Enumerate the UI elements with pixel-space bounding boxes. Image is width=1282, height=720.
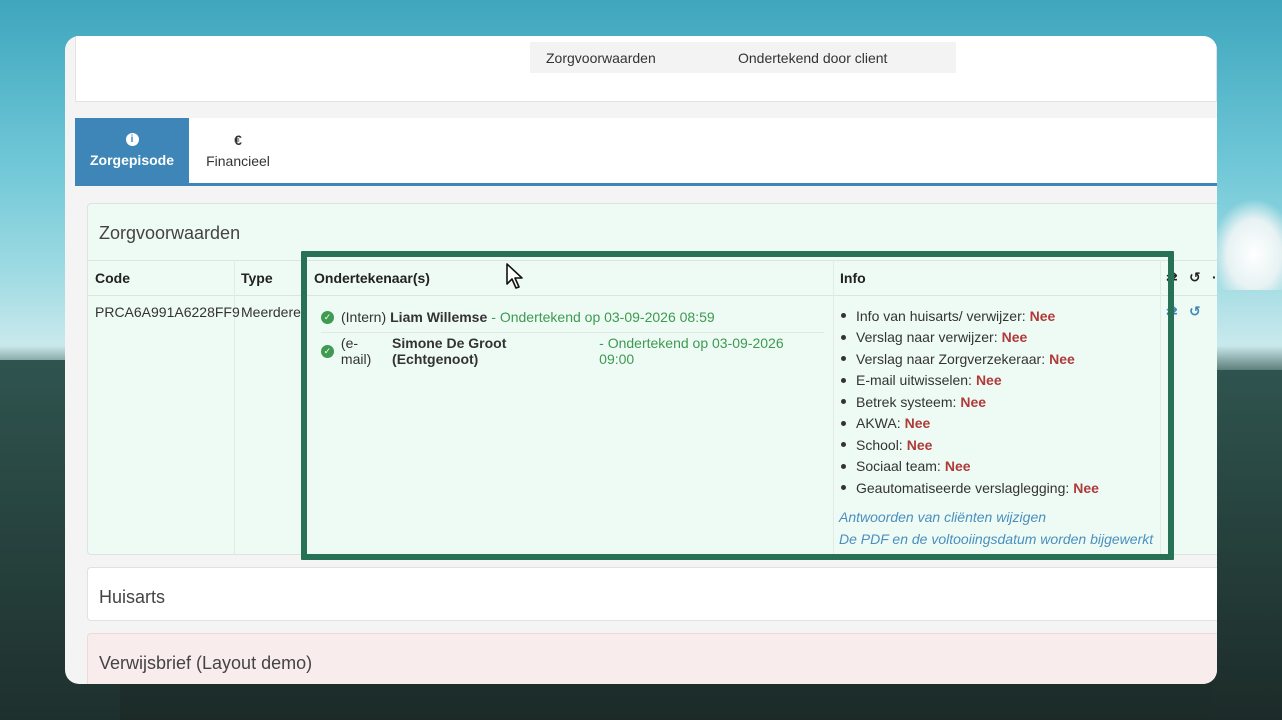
tab-label: Financieel (206, 152, 270, 169)
check-icon: ✓ (321, 310, 334, 324)
info-value: Nee (944, 458, 971, 475)
info-label: Betrek systeem: (856, 393, 957, 410)
info-label: Verslag naar verwijzer: (856, 329, 998, 346)
huisarts-card[interactable]: Huisarts (87, 567, 1217, 621)
signer-name: Simone De Groot (Echtgenoot) (392, 335, 507, 367)
info-icon: i (125, 133, 139, 146)
info-item: Betrek systeem: Nee (837, 391, 1099, 413)
column-header-info: Info (840, 270, 866, 286)
signer-row: ✓ (e-mail) Simone De Groot (Echtgenoot) … (321, 335, 821, 367)
info-label: Verslag naar Zorgverzekeraar: (856, 350, 1046, 367)
tab-label: Zorgepisode (89, 152, 174, 168)
info-item: School: Nee (837, 434, 1099, 456)
signer-divider (321, 332, 824, 333)
info-label: Geautomatiseerde verslaglegging: (856, 479, 1070, 496)
column-divider (833, 260, 834, 554)
table-header: Code Type Ondertekenaar(s) Info ⇄ ↺ · (88, 260, 1217, 296)
row-code: PRCA6A991A6228FF9 (95, 304, 240, 320)
more-icon[interactable]: · (1212, 269, 1217, 285)
pdf-update-link[interactable]: De PDF en de voltooiingsdatum worden bij… (839, 531, 1153, 547)
info-value: Nee (904, 415, 931, 432)
info-value: Nee (1073, 479, 1099, 496)
column-divider (1160, 260, 1161, 554)
edit-answers-link[interactable]: Antwoorden van cliënten wijzigen (839, 509, 1046, 525)
check-icon: ✓ (321, 344, 334, 358)
summary-row: Zorgvoorwaarden Ondertekend door client (530, 42, 956, 73)
app-window: Zorgvoorwaarden Ondertekend door client … (65, 36, 1217, 684)
info-label: E-mail uitwisselen: (856, 372, 972, 389)
column-divider (306, 260, 307, 554)
info-item: Info van huisarts/ verwijzer: Nee (837, 305, 1099, 327)
signer-channel: (e-mail) (340, 335, 372, 367)
signer-channel: (Intern) (341, 309, 387, 325)
card-title: Huisarts (99, 587, 166, 607)
card-title: Verwijsbrief (Layout demo) (99, 653, 313, 673)
sync-icon[interactable]: ⇄ (1166, 269, 1178, 286)
info-label: Info van huisarts/ verwijzer: (856, 307, 1026, 324)
history-icon[interactable]: ↺ (1189, 269, 1201, 286)
card-title: Zorgvoorwaarden (99, 223, 241, 243)
info-item: Verslag naar verwijzer: Nee (837, 327, 1099, 349)
info-value: Nee (960, 393, 987, 410)
info-list: Info van huisarts/ verwijzer: Nee Verslag… (837, 305, 1099, 499)
info-item: Verslag naar Zorgverzekeraar: Nee (837, 348, 1099, 370)
info-label: School: (856, 436, 903, 453)
info-value: Nee (906, 436, 933, 453)
mouse-cursor-icon (506, 263, 523, 289)
verwijsbrief-card[interactable]: Verwijsbrief (Layout demo) (87, 633, 1217, 684)
info-label: Sociaal team: (856, 458, 941, 475)
info-item: Geautomatiseerde verslaglegging: Nee (837, 477, 1099, 499)
info-value: Nee (1029, 307, 1056, 324)
signer-status: - Ondertekend op 03-09-2026 09:00 (599, 335, 784, 367)
info-item: AKWA: Nee (837, 413, 1099, 435)
background-hill-right (1212, 370, 1282, 720)
signer-row: ✓ (Intern) Liam Willemse - Ondertekend o… (321, 302, 821, 332)
info-value: Nee (1001, 329, 1028, 346)
zorgvoorwaarden-card: Zorgvoorwaarden Code Type Ondertekenaar(… (87, 203, 1217, 555)
info-label: AKWA: (856, 415, 901, 432)
tab-financieel[interactable]: € Financieel (193, 118, 283, 183)
row-type: Meerdere (241, 304, 301, 320)
column-header-code: Code (95, 270, 130, 286)
signer-name: Liam Willemse (390, 309, 488, 325)
background-cloud (1212, 200, 1282, 290)
top-summary-panel: Zorgvoorwaarden Ondertekend door client (75, 36, 1217, 102)
column-header-signers: Ondertekenaar(s) (314, 270, 430, 286)
column-header-type: Type (241, 270, 273, 286)
tab-bar: i Zorgepisode € Financieel (75, 118, 1217, 186)
summary-row-label: Zorgvoorwaarden (546, 49, 656, 66)
summary-row-value: Ondertekend door client (738, 49, 888, 66)
sync-icon[interactable]: ⇄ (1166, 303, 1178, 320)
info-value: Nee (975, 372, 1002, 389)
tab-zorgepisode[interactable]: i Zorgepisode (75, 118, 189, 183)
signer-status: - Ondertekend op 03-09-2026 08:59 (491, 309, 715, 325)
euro-icon: € (234, 131, 242, 148)
history-icon[interactable]: ↺ (1189, 303, 1201, 320)
info-value: Nee (1049, 350, 1075, 367)
info-item: E-mail uitwisselen: Nee (837, 370, 1099, 392)
info-item: Sociaal team: Nee (837, 456, 1099, 478)
